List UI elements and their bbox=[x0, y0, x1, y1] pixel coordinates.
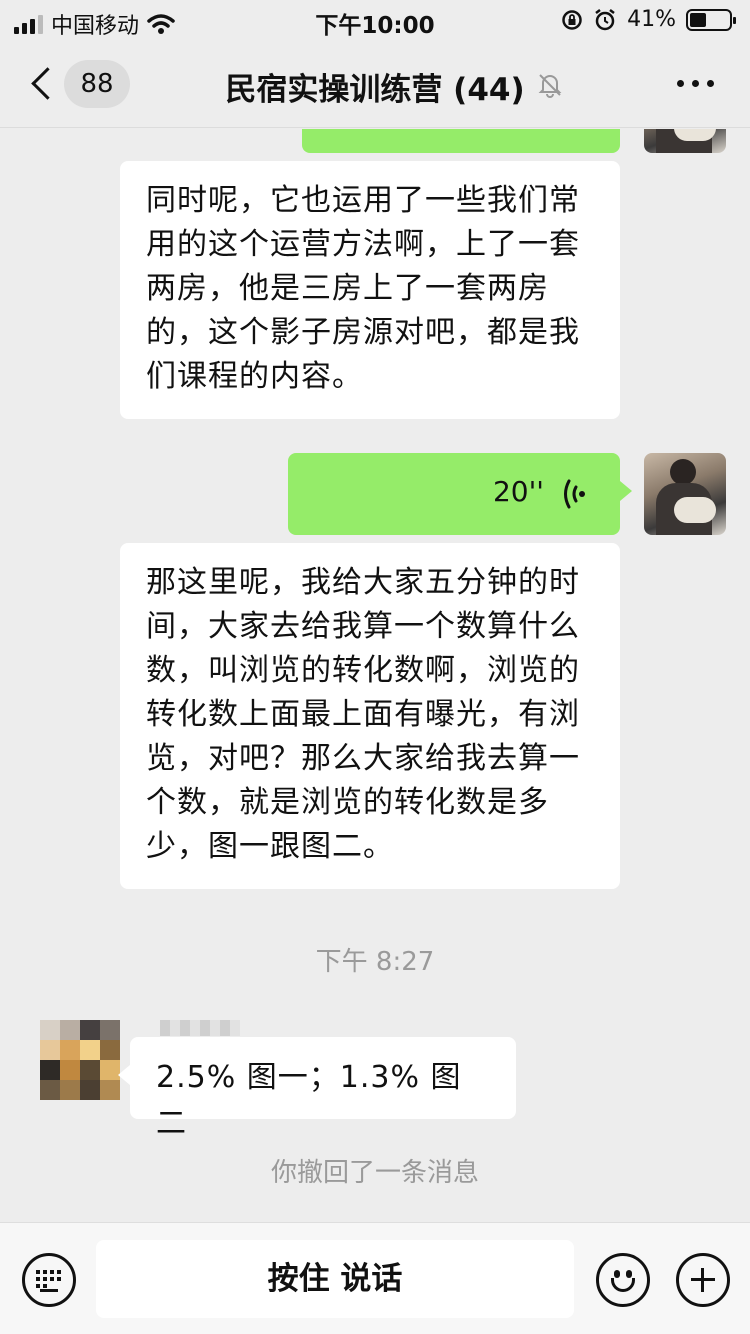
avatar-self[interactable] bbox=[644, 453, 726, 535]
avatar-other[interactable] bbox=[40, 1020, 120, 1100]
message-text: 同时呢，它也运用了一些我们常用的这个运营方法啊，上了一套两房，他是三房上了一套两… bbox=[146, 183, 580, 394]
emoji-icon[interactable] bbox=[596, 1253, 650, 1307]
battery-fill bbox=[690, 12, 706, 27]
status-right: 41% bbox=[561, 7, 736, 32]
voice-message-bubble[interactable]: 20'' bbox=[288, 453, 632, 535]
message-timestamp: 下午 8:27 bbox=[315, 947, 435, 977]
message-bubble-other[interactable]: 那这里呢，我给大家五分钟的时间，大家去给我算一个数算什么数，叫浏览的转化数啊，浏… bbox=[120, 543, 620, 889]
chat-area[interactable]: 同时呢，它也运用了一些我们常用的这个运营方法啊，上了一套两房，他是三房上了一套两… bbox=[0, 129, 750, 1221]
keyboard-icon[interactable] bbox=[22, 1253, 76, 1307]
input-bar: 按住 说话 bbox=[0, 1222, 750, 1334]
message-bubble-self-partial[interactable] bbox=[302, 129, 620, 153]
plus-icon[interactable] bbox=[676, 1253, 730, 1307]
recall-notice: 你撤回了一条消息 bbox=[270, 1158, 479, 1188]
back-arrow-icon[interactable] bbox=[28, 64, 56, 104]
message-bubble-other[interactable]: 同时呢，它也运用了一些我们常用的这个运营方法啊，上了一套两房，他是三房上了一套两… bbox=[120, 161, 620, 419]
message-text: 2.5% 图一；1.3% 图二 bbox=[156, 1060, 462, 1141]
battery-icon bbox=[686, 8, 736, 31]
mute-bell-icon bbox=[538, 74, 562, 98]
battery-percent: 41% bbox=[627, 7, 676, 32]
rotation-lock-icon bbox=[562, 9, 582, 30]
sender-name-redacted bbox=[160, 1020, 240, 1036]
more-options-icon[interactable] bbox=[677, 80, 714, 87]
hold-to-talk-button[interactable]: 按住 说话 bbox=[96, 1240, 574, 1318]
status-bar: 中国移动 下午10:00 41% bbox=[0, 0, 750, 40]
avatar-self[interactable] bbox=[644, 129, 726, 153]
chat-header: 88 民宿实操训练营 (44) bbox=[0, 40, 750, 128]
voice-wave-icon bbox=[564, 479, 585, 509]
message-text: 那这里呢，我给大家五分钟的时间，大家去给我算一个数算什么数，叫浏览的转化数啊，浏… bbox=[146, 565, 580, 864]
unread-count-badge[interactable]: 88 bbox=[64, 60, 130, 108]
voice-duration: 20'' bbox=[492, 475, 544, 508]
chat-title: 民宿实操训练营 (44) bbox=[225, 72, 525, 108]
alarm-icon bbox=[595, 8, 615, 30]
message-bubble-other[interactable]: 2.5% 图一；1.3% 图二 bbox=[118, 1037, 516, 1141]
